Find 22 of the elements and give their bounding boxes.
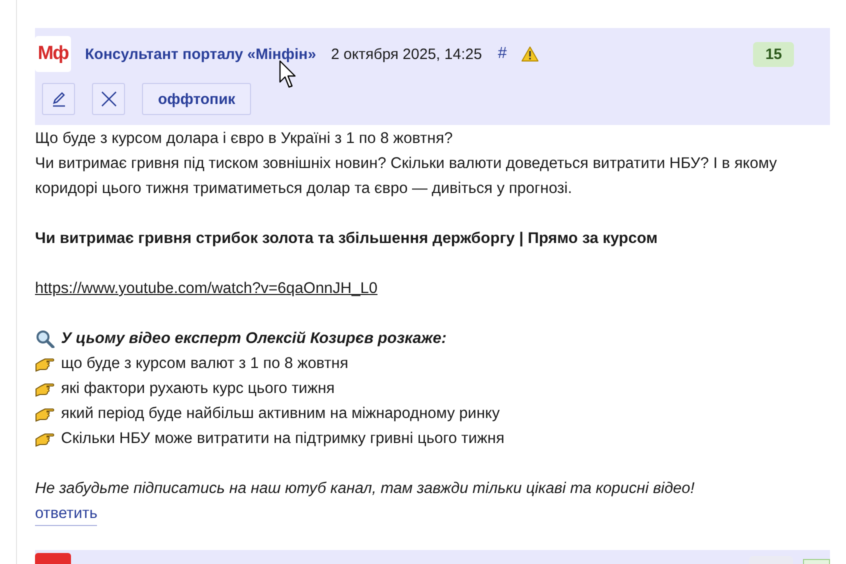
- warning-icon[interactable]: [520, 46, 539, 62]
- author-link[interactable]: Консультант порталу «Мінфін»: [85, 46, 316, 62]
- reply-link[interactable]: ответить: [35, 503, 98, 526]
- comment-text: Що буде з курсом долара і євро в Україні з 1 по 8 жовтня?: [35, 129, 454, 149]
- permalink[interactable]: #: [498, 45, 507, 63]
- delete-button[interactable]: [92, 83, 125, 115]
- edit-button[interactable]: [42, 83, 75, 115]
- list-item: що буде з курсом валют з 1 по 8 жовтня: [61, 354, 348, 374]
- avatar-logo: Мф: [35, 36, 71, 72]
- rating-badge: 15: [753, 42, 794, 66]
- comment-text: Чи витримає гривня під тиском зовнішніх новин? Скільки валюти доведеться витратити НБУ? І в якому коридорі цього тижня триматиметься долар та євро — дивіться у прогнозі.: [35, 154, 778, 199]
- search-icon: [35, 330, 55, 348]
- comment-text: Не забудьте підписатись на наш ютуб канал, там завжди тільки цікаві та корисні відео!: [35, 479, 696, 499]
- video-link[interactable]: https://www.youtube.com/watch?v=6qaOnnJH_L0: [35, 280, 378, 297]
- offtopic-button[interactable]: оффтопик: [142, 83, 252, 115]
- video-title: Чи витримає гривня стрибок золота та збільшення держборгу | Прямо за курсом: [35, 229, 659, 249]
- list-item: Скільки НБУ може витратити на підтримку гривні цього тижня: [61, 429, 504, 449]
- comment-date: 2 октября 2025, 14:25: [331, 46, 482, 62]
- close-icon: [100, 90, 118, 108]
- list-item: які фактори рухають курс цього тижня: [61, 379, 335, 399]
- list-item: який період буде найбільш активним на міжнародному ринку: [61, 404, 500, 424]
- list-heading: У цьому відео експерт Олексій Козирєв розкаже:: [61, 329, 446, 349]
